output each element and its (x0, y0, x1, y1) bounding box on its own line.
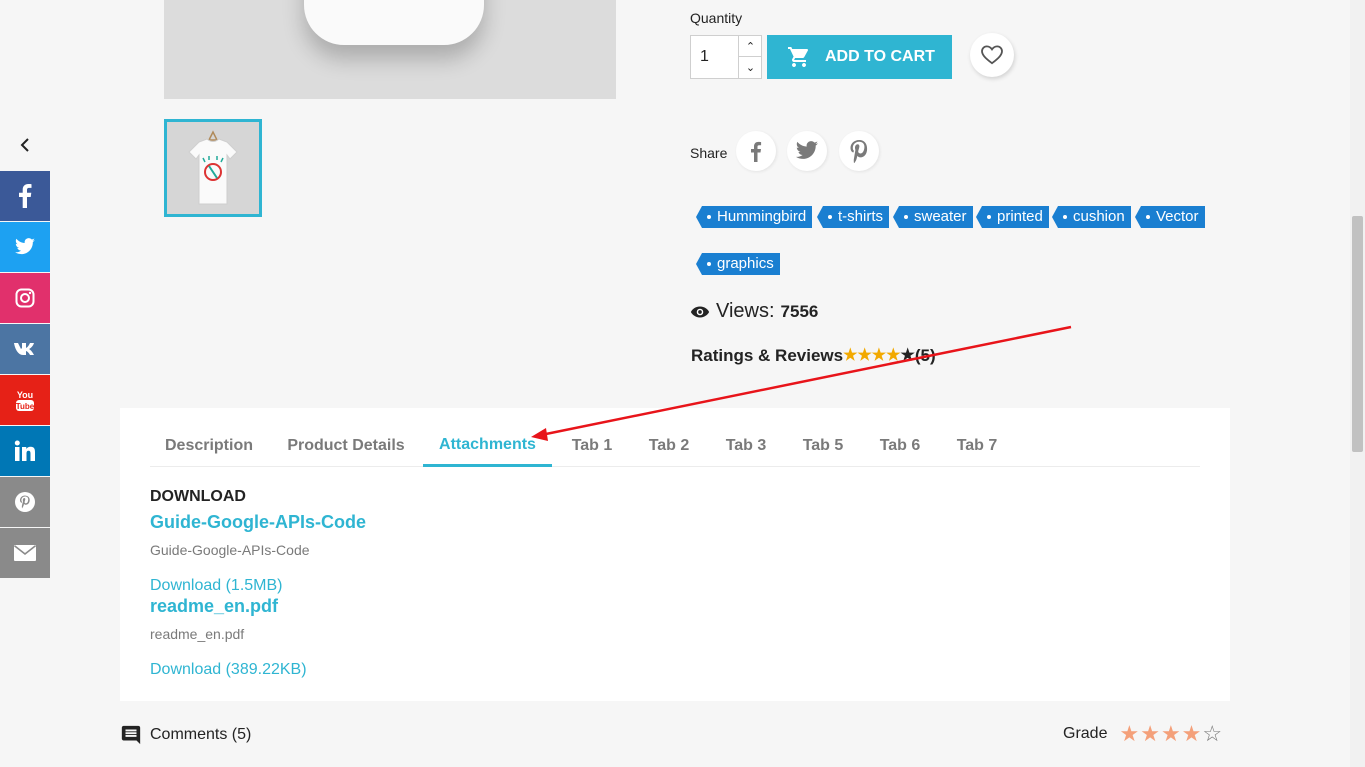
twitter-icon (796, 141, 818, 159)
tab-7[interactable]: Tab 7 (942, 425, 1012, 467)
add-to-cart-label: ADD TO CART (825, 48, 935, 65)
attachment-title[interactable]: readme_en.pdf (150, 596, 278, 617)
linkedin-icon (14, 440, 36, 462)
facebook-icon (751, 141, 762, 162)
svg-text:You: You (17, 390, 33, 400)
scrollbar-thumb[interactable] (1352, 216, 1363, 452)
chevron-down-icon: ⌄ (745, 62, 756, 74)
star-icon: ★ (886, 347, 901, 364)
eye-icon (690, 306, 710, 317)
quantity-increase-button[interactable]: ⌃ (738, 36, 762, 57)
attachment-download-link[interactable]: Download (389.22KB) (150, 661, 307, 679)
tag-sweater[interactable]: sweater (893, 206, 973, 228)
tab-description[interactable]: Description (150, 425, 268, 467)
tshirt-thumbnail-icon (167, 122, 259, 214)
twitter-icon (14, 238, 36, 256)
share-twitter-button[interactable] (787, 131, 827, 171)
tab-product-details[interactable]: Product Details (272, 425, 420, 467)
attachment-description: Guide-Google-APIs-Code (150, 542, 310, 558)
social-pinterest-button[interactable] (0, 477, 50, 527)
share-pinterest-button[interactable] (839, 131, 879, 171)
social-email-button[interactable] (0, 528, 50, 578)
star-icon: ★ (857, 347, 872, 364)
star-icon[interactable]: ☆ (1202, 723, 1223, 745)
social-facebook-button[interactable] (0, 171, 50, 221)
social-instagram-button[interactable] (0, 273, 50, 323)
wishlist-button[interactable] (970, 33, 1014, 77)
share-facebook-button[interactable] (736, 131, 776, 171)
views-counter: Views: 7556 (690, 300, 818, 323)
tag-graphics[interactable]: graphics (696, 253, 780, 275)
star-icon: ★ (900, 347, 915, 364)
quantity-input[interactable] (691, 36, 739, 78)
tab-5[interactable]: Tab 5 (788, 425, 858, 467)
star-icon[interactable]: ★ (1182, 723, 1203, 745)
share-label: Share (690, 145, 728, 161)
social-linkedin-button[interactable] (0, 426, 50, 476)
social-vk-button[interactable] (0, 324, 50, 374)
quantity-label: Quantity (690, 10, 743, 26)
tag-cushion[interactable]: cushion (1052, 206, 1131, 228)
social-youtube-button[interactable]: You Tube (0, 375, 50, 425)
tab-attachments[interactable]: Attachments (423, 425, 552, 467)
quantity-stepper[interactable]: ⌃ ⌄ (690, 35, 762, 79)
ratings-count: (5) (914, 346, 936, 365)
svg-text:Tube: Tube (16, 402, 35, 411)
rating-stars: ★ ★ ★ ★ ★ (843, 348, 915, 364)
facebook-icon (18, 184, 32, 208)
grade-rating: Grade ★ ★ ★ ★ ☆ (1063, 723, 1223, 745)
product-tabs-panel: Description Product Details Attachments … (120, 408, 1230, 701)
heart-icon (981, 45, 1003, 65)
youtube-icon: You Tube (14, 388, 36, 412)
ratings-label: Ratings & Reviews (691, 346, 844, 365)
social-twitter-button[interactable] (0, 222, 50, 272)
shopping-cart-icon (788, 47, 809, 67)
star-icon: ★ (871, 347, 887, 364)
comments-label: Comments (5) (150, 726, 252, 743)
tab-1[interactable]: Tab 1 (557, 425, 627, 467)
instagram-icon (15, 288, 35, 308)
star-icon[interactable]: ★ (1140, 723, 1161, 745)
attachment-title[interactable]: Guide-Google-APIs-Code (150, 512, 366, 533)
tag-hummingbird[interactable]: Hummingbird (695, 206, 813, 228)
vk-icon (13, 342, 37, 356)
tab-2[interactable]: Tab 2 (634, 425, 704, 467)
tab-6[interactable]: Tab 6 (865, 425, 935, 467)
attachment-download-link[interactable]: Download (1.5MB) (150, 577, 283, 595)
ratings-reviews[interactable]: Ratings & Reviews ★ ★ ★ ★ ★ (5) (691, 346, 936, 366)
chevron-up-icon: ⌃ (745, 40, 756, 53)
tab-bar: Description Product Details Attachments … (150, 425, 1200, 467)
star-icon[interactable]: ★ (1119, 723, 1140, 745)
pinterest-icon (14, 491, 36, 513)
comments-section-header[interactable]: Comments (5) (120, 724, 251, 746)
star-icon: ★ (843, 347, 858, 364)
star-icon[interactable]: ★ (1161, 723, 1182, 745)
page-scrollbar[interactable] (1350, 0, 1365, 767)
tag-vector[interactable]: Vector (1135, 206, 1205, 228)
product-thumbnail[interactable] (164, 119, 262, 217)
comment-icon (121, 725, 141, 745)
grade-stars[interactable]: ★ ★ ★ ★ ☆ (1119, 723, 1223, 745)
tshirt-image (304, 0, 484, 45)
email-icon (13, 544, 37, 562)
pinterest-icon (850, 140, 868, 163)
quantity-decrease-button[interactable]: ⌄ (738, 57, 762, 78)
tag-t-shirts[interactable]: t-shirts (817, 206, 889, 228)
grade-label: Grade (1063, 725, 1108, 742)
chevron-left-icon (20, 138, 29, 152)
attachment-description: readme_en.pdf (150, 626, 245, 642)
tab-3[interactable]: Tab 3 (711, 425, 781, 467)
views-label: Views: (716, 300, 775, 322)
sidebar-collapse-button[interactable] (0, 120, 50, 170)
download-heading: DOWNLOAD (150, 488, 246, 505)
tag-printed[interactable]: printed (976, 206, 1049, 228)
views-count: 7556 (780, 301, 819, 321)
add-to-cart-button[interactable]: ADD TO CART (767, 35, 952, 79)
product-main-image[interactable] (164, 0, 616, 99)
